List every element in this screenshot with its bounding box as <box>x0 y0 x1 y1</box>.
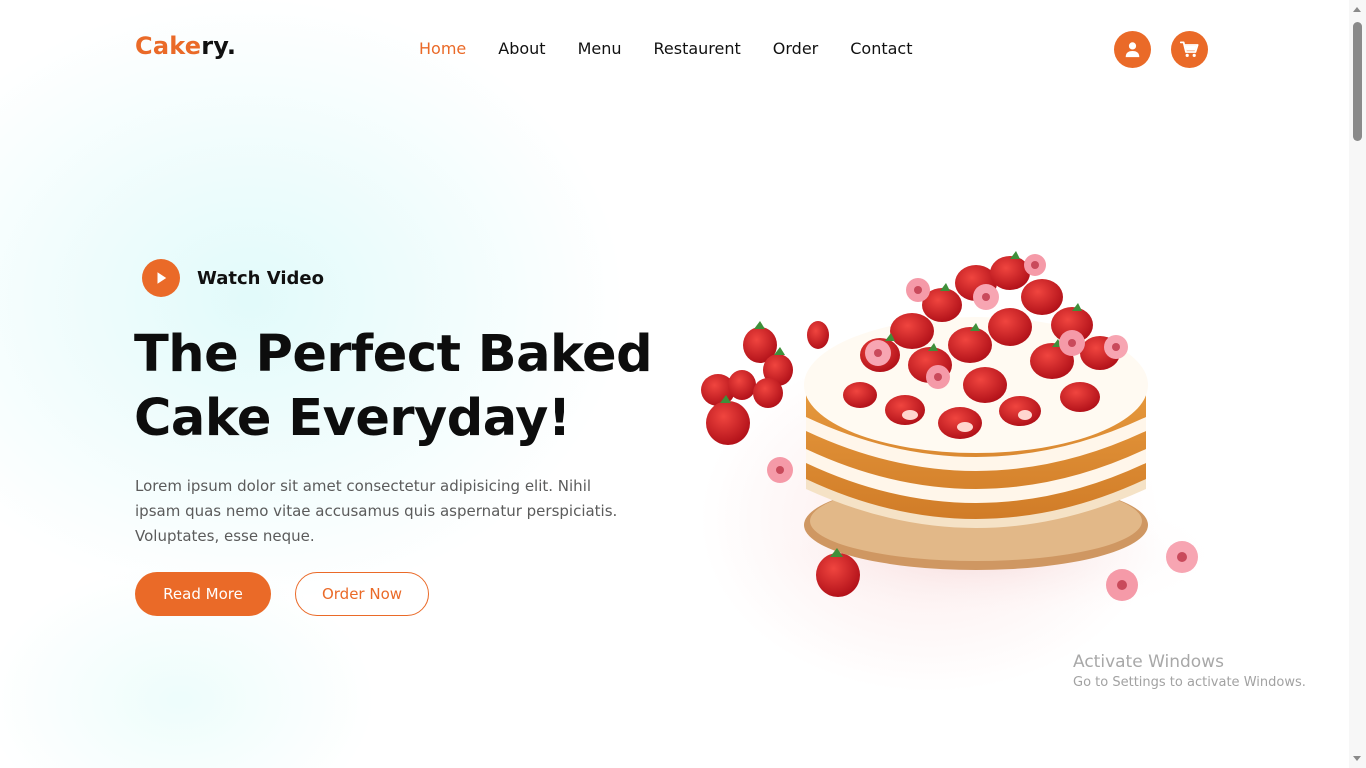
logo-accent-text: Cake <box>135 32 202 60</box>
hero-headline-line-1: The Perfect Baked <box>134 325 653 384</box>
cart-icon <box>1180 41 1199 57</box>
cake-image <box>701 251 1230 625</box>
scroll-down-arrow-icon[interactable] <box>1353 756 1361 761</box>
vertical-scrollbar[interactable] <box>1349 0 1366 768</box>
nav-contact[interactable]: Contact <box>850 38 912 60</box>
hero-headline: The Perfect Baked Cake Everyday! <box>134 323 704 451</box>
page: Cakery. Home About Menu Restaurent Order… <box>0 0 1366 768</box>
nav-restaurent[interactable]: Restaurent <box>654 38 741 60</box>
nav-order[interactable]: Order <box>773 38 818 60</box>
nav-home[interactable]: Home <box>419 38 466 60</box>
read-more-button[interactable]: Read More <box>135 572 271 616</box>
watch-video-label: Watch Video <box>197 267 324 289</box>
play-icon <box>157 272 167 284</box>
nav-menu[interactable]: Menu <box>578 38 622 60</box>
logo[interactable]: Cakery. <box>135 34 236 58</box>
hero-headline-line-2: Cake Everyday! <box>134 389 571 448</box>
order-now-button[interactable]: Order Now <box>295 572 429 616</box>
watermark-subtitle: Go to Settings to activate Windows. <box>1073 675 1306 690</box>
windows-activation-watermark: Activate Windows Go to Settings to activ… <box>1073 651 1306 693</box>
hero-description: Lorem ipsum dolor sit amet consectetur a… <box>135 477 618 545</box>
cart-button[interactable] <box>1171 31 1208 68</box>
play-button[interactable] <box>142 259 180 297</box>
nav-about[interactable]: About <box>498 38 545 60</box>
watch-video-link[interactable]: Watch Video <box>142 259 324 297</box>
account-button[interactable] <box>1114 31 1151 68</box>
main-nav: Home About Menu Restaurent Order Contact <box>419 38 913 60</box>
scroll-thumb[interactable] <box>1353 22 1362 141</box>
scroll-up-arrow-icon[interactable] <box>1353 7 1361 12</box>
watermark-title: Activate Windows <box>1073 652 1224 672</box>
user-icon <box>1125 42 1140 58</box>
header-actions <box>1114 31 1208 68</box>
logo-rest-text: ry. <box>201 32 237 60</box>
